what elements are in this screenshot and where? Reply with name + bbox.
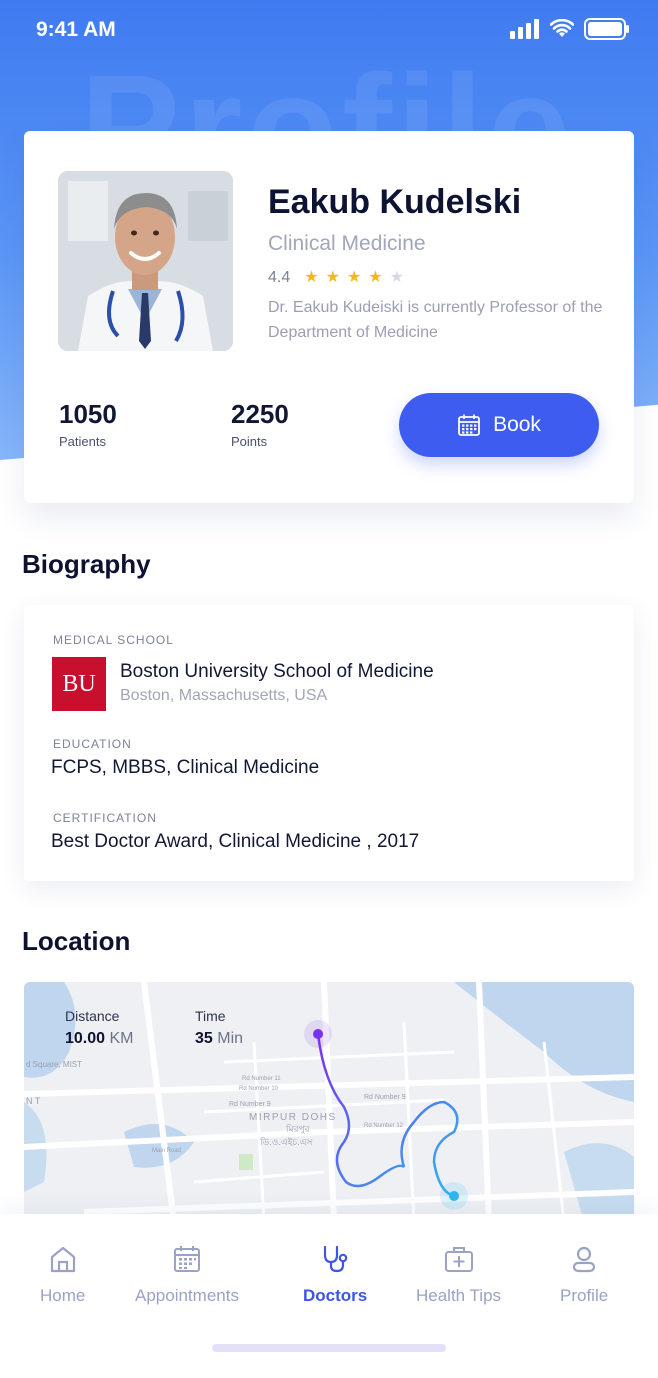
first-aid-kit-icon — [444, 1247, 473, 1272]
time-label: Time — [195, 1008, 226, 1024]
map-label-area-bn2: ডি.ও.এইচ.এস — [259, 1137, 314, 1147]
map-label-main-road: Main Road — [152, 1148, 181, 1154]
nav-label-home: Home — [40, 1286, 86, 1305]
battery-icon — [584, 18, 629, 40]
book-button-label: Book — [493, 413, 541, 436]
signal-icon — [510, 19, 539, 39]
school-location: Boston, Massachusetts, USA — [120, 687, 328, 704]
map-label-square: d Square, MIST — [26, 1060, 82, 1069]
distance-unit: KM — [109, 1030, 134, 1047]
patients-stat: 1050 Patients — [59, 399, 117, 449]
medical-school-label: MEDICAL SCHOOL — [53, 633, 174, 647]
doctor-description: Dr. Eakub Kudeiski is currently Professo… — [268, 299, 603, 341]
patients-count: 1050 — [59, 399, 117, 429]
map-label-area: MIRPUR DOHS — [249, 1112, 337, 1123]
star-filled-icon: ★ — [368, 269, 383, 286]
nav-item-home[interactable]: Home — [40, 1244, 85, 1306]
map-label-rd10: Rd Number 10 — [239, 1086, 279, 1092]
biography-card: MEDICAL SCHOOL BU Boston University Scho… — [24, 605, 634, 881]
time-unit: Min — [217, 1030, 244, 1047]
route-start-marker — [313, 1029, 323, 1039]
star-filled-icon: ★ — [325, 269, 340, 286]
user-icon — [572, 1246, 596, 1273]
map-label-rd9-a: Rd Number 9 — [229, 1101, 271, 1108]
status-time: 9:41 AM — [36, 18, 116, 41]
calendar-icon — [173, 1246, 200, 1272]
education-label: EDUCATION — [53, 737, 132, 751]
map-label-rd9-b: Rd Number 9 — [364, 1094, 406, 1101]
nav-item-health-tips[interactable]: Health Tips — [416, 1244, 501, 1306]
rating-stars: ★ ★ ★ ★ ★ — [304, 270, 404, 286]
bottom-navigation: Home Appointments Doctors Health Tips Pr… — [0, 1214, 658, 1378]
nav-item-appointments[interactable]: Appointments — [135, 1244, 239, 1306]
rating-row: 4.4 ★ ★ ★ ★ ★ — [268, 269, 404, 287]
patients-label: Patients — [59, 434, 106, 449]
route-end-marker — [449, 1191, 459, 1201]
nav-label-health-tips: Health Tips — [416, 1286, 502, 1305]
school-name: Boston University School of Medicine — [120, 661, 434, 682]
star-filled-icon: ★ — [304, 269, 319, 286]
map-label-rd11: Rd Number 11 — [242, 1076, 281, 1082]
distance-info: Distance 10.00 KM — [65, 1008, 134, 1048]
distance-label: Distance — [65, 1008, 120, 1024]
home-indicator[interactable] — [212, 1344, 446, 1352]
time-value: 35 — [195, 1030, 213, 1047]
doctor-profile-card: Eakub Kudelski Clinical Medicine 4.4 ★ ★ ★… — [24, 131, 634, 503]
doctor-avatar — [58, 171, 233, 351]
location-heading: Location — [22, 926, 131, 956]
biography-heading: Biography — [22, 549, 151, 579]
nav-item-profile[interactable]: Profile — [560, 1244, 608, 1306]
map-label-area-bn: মিরপুর — [285, 1124, 311, 1135]
university-logo: BU — [52, 657, 106, 711]
star-empty-icon: ★ — [389, 269, 404, 286]
map-label-rd12: Rd Number 12 — [364, 1123, 404, 1129]
points-label: Points — [231, 434, 268, 449]
doctor-name: Eakub Kudelski — [268, 183, 522, 221]
wifi-icon — [550, 19, 574, 37]
home-icon — [50, 1246, 75, 1273]
points-stat: 2250 Points — [231, 399, 289, 449]
nav-item-doctors[interactable]: Doctors — [303, 1244, 367, 1306]
calendar-icon — [458, 414, 480, 436]
map-label-nt: N T — [26, 1096, 41, 1106]
stethoscope-icon — [324, 1245, 348, 1273]
location-map[interactable]: d Square, MIST N T MIRPUR DOHS মিরপুর ডি… — [24, 982, 634, 1222]
nav-label-doctors: Doctors — [303, 1286, 368, 1305]
nav-label-appointments: Appointments — [135, 1286, 239, 1305]
rating-value: 4.4 — [268, 269, 291, 286]
doctor-specialty: Clinical Medicine — [268, 232, 426, 255]
book-button[interactable]: Book — [399, 393, 599, 457]
nav-label-profile: Profile — [560, 1286, 609, 1305]
status-icons — [510, 18, 630, 40]
points-count: 2250 — [231, 399, 289, 429]
status-bar: 9:41 AM — [0, 0, 658, 62]
star-filled-icon: ★ — [346, 269, 362, 286]
education-value: FCPS, MBBS, Clinical Medicine — [51, 757, 320, 778]
certification-label: CERTIFICATION — [53, 811, 157, 825]
doctor-portrait — [58, 171, 233, 351]
certification-value: Best Doctor Award, Clinical Medicine , 2… — [51, 831, 420, 852]
distance-value: 10.00 — [65, 1030, 106, 1047]
time-info: Time 35 Min — [195, 1008, 243, 1048]
